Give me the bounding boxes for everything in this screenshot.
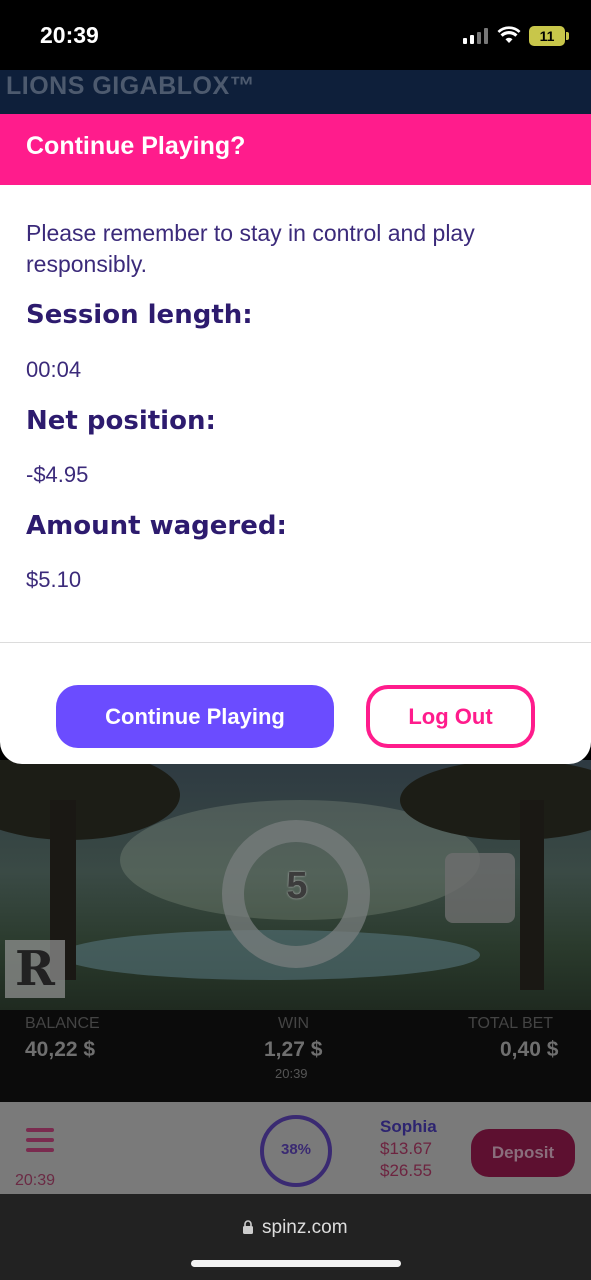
win-time: 20:39 xyxy=(275,1066,308,1081)
menu-icon[interactable] xyxy=(26,1128,54,1152)
continue-playing-button[interactable]: Continue Playing xyxy=(56,685,334,748)
amount-wagered-label: Amount wagered: xyxy=(26,511,287,541)
user-balance-primary: $13.67 xyxy=(380,1139,432,1158)
game-scene: 5 R xyxy=(0,760,591,1010)
net-position-value: -$4.95 xyxy=(26,462,89,487)
user-name: Sophia xyxy=(380,1117,437,1136)
browser-url-bar[interactable]: spinz.com xyxy=(0,1194,591,1280)
amount-wagered-value: $5.10 xyxy=(26,567,82,592)
game-title: LIONS GIGABLOX™ xyxy=(6,72,256,100)
win-label: WIN xyxy=(278,1015,310,1032)
session-length-value: 00:04 xyxy=(26,357,82,382)
tree-trunk-right xyxy=(520,800,544,990)
wifi-icon xyxy=(497,26,521,43)
deposit-button[interactable]: Deposit xyxy=(471,1129,575,1177)
autospin-count: 5 xyxy=(286,865,308,907)
dialog-title: Continue Playing? xyxy=(26,132,246,160)
status-time: 20:39 xyxy=(40,22,99,48)
log-out-button[interactable]: Log Out xyxy=(366,685,535,748)
battery-level: 11 xyxy=(539,28,555,44)
battery-tip xyxy=(566,32,569,40)
balance-label: BALANCE xyxy=(25,1015,100,1032)
home-indicator xyxy=(191,1260,401,1267)
total-bet-value: 0,40 $ xyxy=(500,1038,559,1061)
session-length-label: Session length: xyxy=(26,300,253,330)
site-time: 20:39 xyxy=(15,1172,56,1189)
game-info-bar: BALANCE 40,22 $ WIN 1,27 $ 20:39 TOTAL B… xyxy=(0,1010,591,1102)
signal-icon xyxy=(463,28,489,44)
battery-icon: 11 xyxy=(529,26,565,46)
total-bet-label: TOTAL BET xyxy=(468,1015,554,1032)
game-header: LIONS GIGABLOX™ xyxy=(0,70,591,120)
progress-text: 38% xyxy=(280,1141,312,1158)
balance-value: 40,22 $ xyxy=(25,1038,96,1061)
provider-logo: R xyxy=(5,940,65,998)
stop-button[interactable] xyxy=(445,853,515,923)
user-balance-secondary: $26.55 xyxy=(380,1161,432,1180)
url-text[interactable]: spinz.com xyxy=(262,1217,348,1239)
status-bar: 20:39 11 xyxy=(0,0,591,70)
win-value: 1,27 $ xyxy=(264,1038,323,1061)
lock-icon xyxy=(243,1220,253,1234)
dialog-message: Please remember to stay in control and p… xyxy=(26,220,475,277)
dialog-divider xyxy=(0,642,591,643)
continue-playing-dialog: Continue Playing? Please remember to sta… xyxy=(0,114,591,764)
net-position-label: Net position: xyxy=(26,406,216,436)
dialog-header: Continue Playing? xyxy=(0,114,591,185)
site-toolbar: 20:39 38% Sophia $13.67 $26.55 Deposit xyxy=(0,1102,591,1194)
